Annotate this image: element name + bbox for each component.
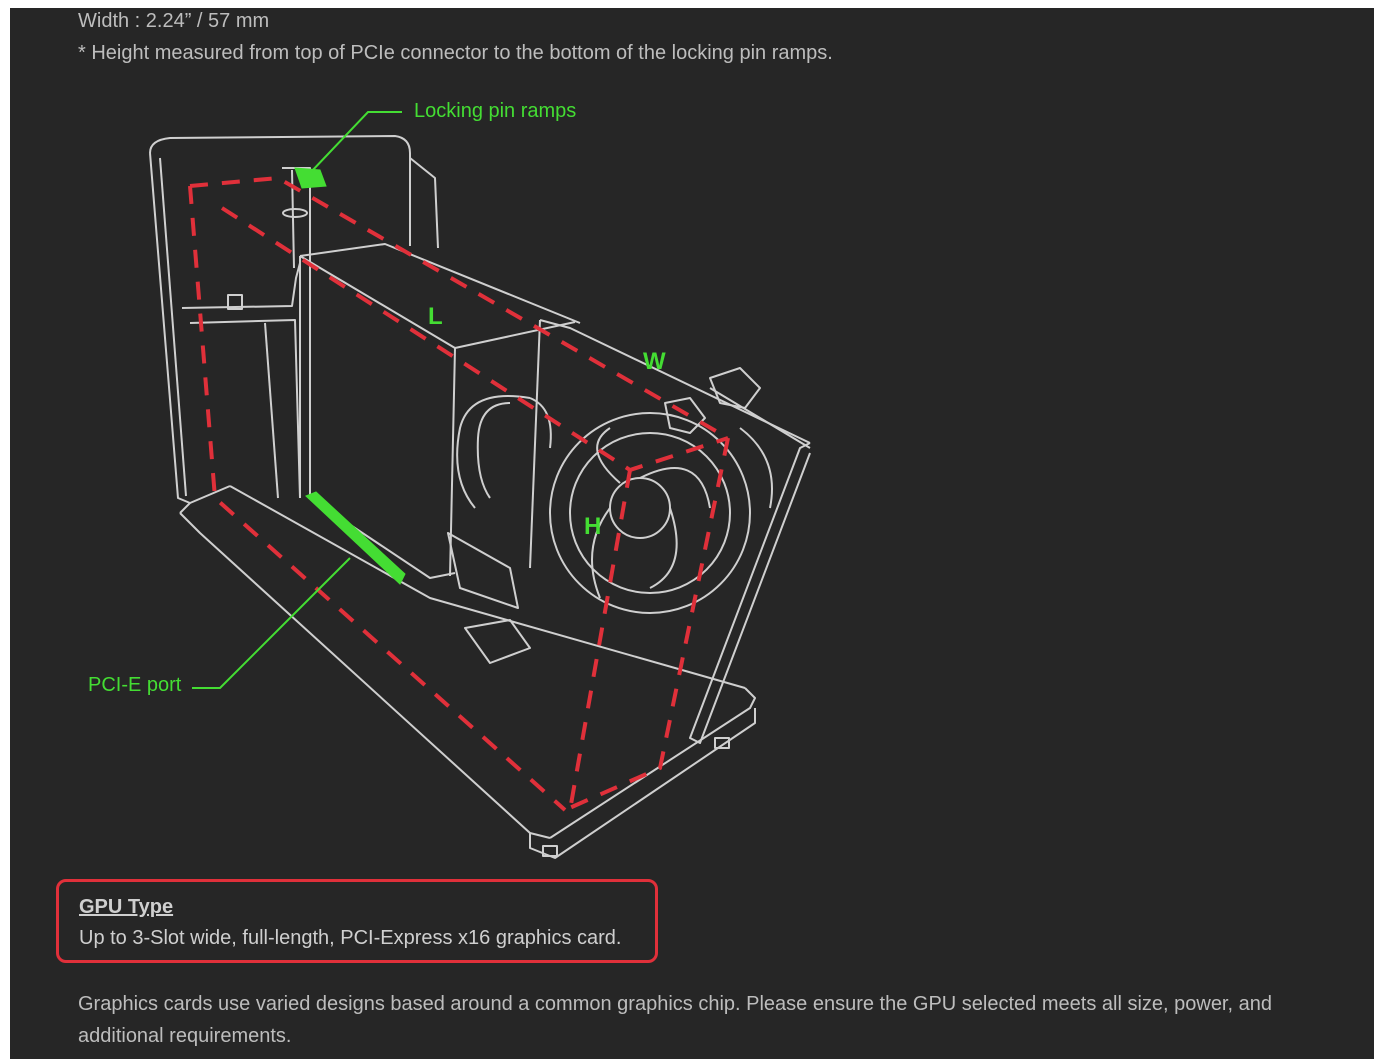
gpu-dimension-envelope [188, 175, 730, 812]
content-panel: Width : 2.24” / 57 mm * Height measured … [10, 8, 1374, 1059]
highlight-parts [294, 167, 406, 585]
enclosure-outline [149, 135, 811, 859]
height-dimension-label: H [584, 513, 602, 540]
locking-pin-ramp-highlight [294, 167, 327, 189]
gpu-compatibility-note: Graphics cards use varied designs based … [78, 993, 1272, 1047]
locking-pin-leader [309, 111, 402, 174]
gpu-type-heading: GPU Type [79, 896, 174, 918]
locking-pin-ramps-label: Locking pin ramps [414, 100, 577, 122]
length-dimension-label: L [428, 303, 443, 330]
gpu-type-description: Up to 3-Slot wide, full-length, PCI-Expr… [79, 927, 622, 949]
width-dimension-label: W [643, 348, 666, 375]
pcie-port-label: PCI-E port [88, 674, 182, 696]
gpu-type-highlight-box: GPU Type Up to 3-Slot wide, full-length,… [56, 879, 658, 963]
enclosure-diagram [149, 111, 811, 859]
pcie-port-leader [192, 557, 351, 689]
